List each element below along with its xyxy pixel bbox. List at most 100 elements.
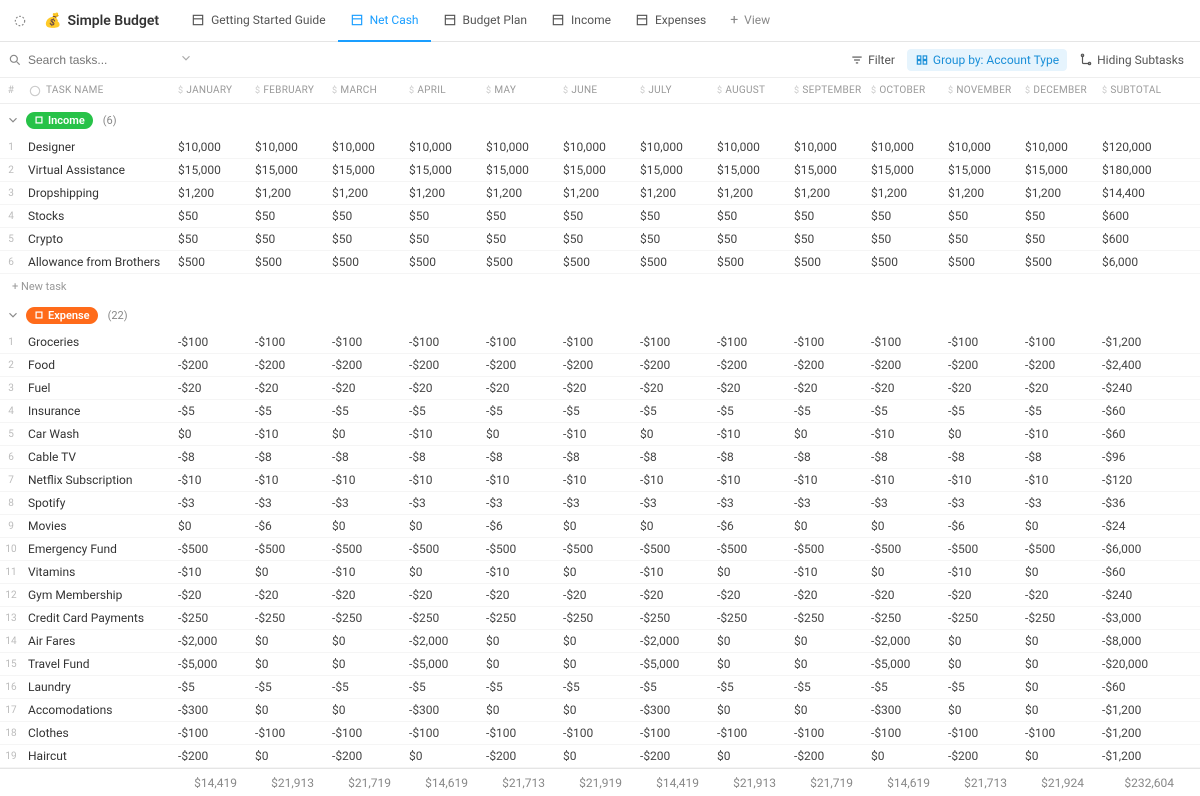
cell-value[interactable]: $0: [1019, 653, 1096, 675]
cell-value[interactable]: $1,200: [403, 182, 480, 204]
cell-value[interactable]: -$8: [480, 446, 557, 468]
cell-value[interactable]: $50: [403, 228, 480, 250]
cell-value[interactable]: -$20: [788, 584, 865, 606]
cell-value[interactable]: -$250: [1019, 607, 1096, 629]
cell-value[interactable]: -$200: [711, 354, 788, 376]
cell-value[interactable]: -$6: [942, 515, 1019, 537]
row-name[interactable]: Vitamins: [22, 561, 172, 583]
cell-value[interactable]: -$10: [249, 469, 326, 491]
cell-value[interactable]: -$8: [788, 446, 865, 468]
cell-value[interactable]: $0: [403, 561, 480, 583]
cell-value[interactable]: -$5: [249, 400, 326, 422]
row-name[interactable]: Insurance: [22, 400, 172, 422]
cell-value[interactable]: -$5,000: [634, 653, 711, 675]
cell-value[interactable]: -$100: [711, 722, 788, 744]
cell-value[interactable]: $50: [480, 205, 557, 227]
cell-value[interactable]: -$10: [865, 423, 942, 445]
cell-value[interactable]: $15,000: [480, 159, 557, 181]
cell-value[interactable]: -$8: [942, 446, 1019, 468]
cell-value[interactable]: $0: [557, 745, 634, 767]
row-name[interactable]: Car Wash: [22, 423, 172, 445]
cell-value[interactable]: -$3: [711, 492, 788, 514]
cell-value[interactable]: $0: [1019, 676, 1096, 698]
cell-value[interactable]: -$200: [249, 354, 326, 376]
cell-subtotal[interactable]: -$36: [1096, 492, 1186, 514]
cell-value[interactable]: -$8: [557, 446, 634, 468]
cell-value[interactable]: -$500: [942, 538, 1019, 560]
row-name[interactable]: Emergency Fund: [22, 538, 172, 560]
col-october[interactable]: $OCTOBER: [865, 78, 942, 103]
cell-value[interactable]: $1,200: [557, 182, 634, 204]
cell-value[interactable]: $0: [557, 653, 634, 675]
cell-value[interactable]: $500: [403, 251, 480, 273]
cell-value[interactable]: -$6: [249, 515, 326, 537]
cell-subtotal[interactable]: -$240: [1096, 584, 1186, 606]
cell-value[interactable]: $50: [865, 205, 942, 227]
cell-value[interactable]: $500: [172, 251, 249, 273]
row-name[interactable]: Designer: [22, 136, 172, 158]
cell-value[interactable]: $0: [942, 630, 1019, 652]
table-row[interactable]: 10Emergency Fund-$500-$500-$500-$500-$50…: [0, 538, 1200, 561]
cell-value[interactable]: $0: [249, 561, 326, 583]
cell-value[interactable]: -$8: [249, 446, 326, 468]
cell-value[interactable]: $500: [634, 251, 711, 273]
cell-value[interactable]: -$500: [172, 538, 249, 560]
cell-value[interactable]: $500: [711, 251, 788, 273]
col-august[interactable]: $AUGUST: [711, 78, 788, 103]
table-row[interactable]: 8Spotify-$3-$3-$3-$3-$3-$3-$3-$3-$3-$3-$…: [0, 492, 1200, 515]
cell-subtotal[interactable]: -$60: [1096, 423, 1186, 445]
cell-value[interactable]: $50: [172, 228, 249, 250]
cell-subtotal[interactable]: $180,000: [1096, 159, 1186, 181]
cell-subtotal[interactable]: -$120: [1096, 469, 1186, 491]
cell-value[interactable]: -$10: [634, 469, 711, 491]
table-row[interactable]: 14Air Fares-$2,000$0$0-$2,000$0$0-$2,000…: [0, 630, 1200, 653]
cell-value[interactable]: $10,000: [557, 136, 634, 158]
table-row[interactable]: 5Crypto$50$50$50$50$50$50$50$50$50$50$50…: [0, 228, 1200, 251]
cell-value[interactable]: $50: [326, 228, 403, 250]
row-name[interactable]: Travel Fund: [22, 653, 172, 675]
cell-value[interactable]: -$100: [634, 331, 711, 353]
cell-value[interactable]: -$200: [557, 354, 634, 376]
cell-value[interactable]: -$100: [865, 722, 942, 744]
cell-value[interactable]: $0: [788, 423, 865, 445]
row-name[interactable]: Cable TV: [22, 446, 172, 468]
cell-value[interactable]: -$3: [942, 492, 1019, 514]
cell-value[interactable]: -$500: [865, 538, 942, 560]
cell-value[interactable]: -$200: [942, 354, 1019, 376]
cell-value[interactable]: $10,000: [480, 136, 557, 158]
cell-value[interactable]: $50: [326, 205, 403, 227]
cell-value[interactable]: $0: [942, 653, 1019, 675]
cell-value[interactable]: -$250: [788, 607, 865, 629]
cell-value[interactable]: -$10: [865, 469, 942, 491]
cell-value[interactable]: -$8: [326, 446, 403, 468]
group-header-income[interactable]: Income(6): [0, 104, 1200, 136]
cell-value[interactable]: -$300: [634, 699, 711, 721]
cell-value[interactable]: -$100: [480, 722, 557, 744]
cell-value[interactable]: $50: [942, 205, 1019, 227]
cell-subtotal[interactable]: -$20,000: [1096, 653, 1186, 675]
cell-value[interactable]: -$10: [403, 469, 480, 491]
cell-value[interactable]: -$5: [557, 676, 634, 698]
cell-value[interactable]: -$5: [788, 676, 865, 698]
cell-value[interactable]: -$200: [172, 354, 249, 376]
cell-value[interactable]: -$100: [326, 722, 403, 744]
cell-value[interactable]: $0: [557, 515, 634, 537]
cell-value[interactable]: -$2,000: [403, 630, 480, 652]
cell-value[interactable]: -$500: [788, 538, 865, 560]
cell-value[interactable]: $0: [172, 423, 249, 445]
cell-value[interactable]: -$20: [865, 584, 942, 606]
cell-value[interactable]: -$250: [480, 607, 557, 629]
cell-value[interactable]: $15,000: [172, 159, 249, 181]
cell-value[interactable]: $0: [942, 423, 1019, 445]
cell-value[interactable]: -$20: [557, 584, 634, 606]
cell-value[interactable]: $0: [634, 515, 711, 537]
chevron-down-icon[interactable]: [6, 113, 20, 127]
group-header-expense[interactable]: Expense(22): [0, 299, 1200, 331]
cell-value[interactable]: $15,000: [942, 159, 1019, 181]
cell-value[interactable]: $15,000: [557, 159, 634, 181]
cell-value[interactable]: $500: [480, 251, 557, 273]
cell-value[interactable]: -$500: [1019, 538, 1096, 560]
cell-value[interactable]: -$2,000: [865, 630, 942, 652]
tab-expenses[interactable]: Expenses: [623, 0, 718, 42]
table-row[interactable]: 3Dropshipping$1,200$1,200$1,200$1,200$1,…: [0, 182, 1200, 205]
